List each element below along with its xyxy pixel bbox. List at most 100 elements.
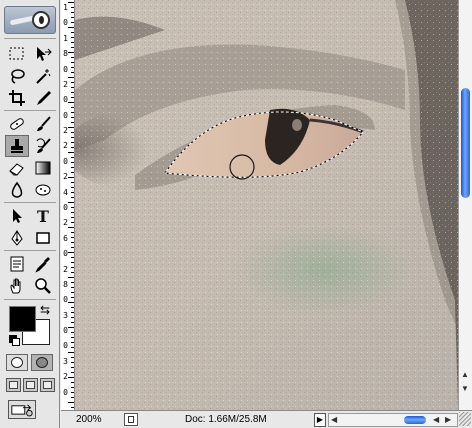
history-brush-tool[interactable] bbox=[31, 135, 55, 157]
rectangle-tool[interactable] bbox=[31, 227, 55, 249]
ruler-label: 0 bbox=[63, 295, 68, 305]
magic-wand-tool[interactable] bbox=[31, 65, 55, 87]
ruler-tick bbox=[71, 307, 74, 308]
ruler-tick bbox=[71, 67, 74, 68]
vertical-scroll-thumb[interactable] bbox=[461, 88, 470, 198]
ruler-label: 2 bbox=[63, 126, 68, 136]
magic-wand-icon bbox=[36, 69, 51, 84]
gradient-tool[interactable] bbox=[31, 157, 55, 179]
ruler-tick bbox=[71, 22, 74, 23]
palette-divider bbox=[4, 202, 56, 203]
ruler-tick bbox=[71, 182, 74, 183]
ruler-tick bbox=[71, 112, 74, 113]
scroll-right-arrow-icon[interactable]: ▶ bbox=[445, 415, 451, 424]
pen-nib-icon bbox=[11, 230, 23, 246]
ruler-tick bbox=[71, 12, 74, 13]
brush-tool[interactable] bbox=[31, 113, 55, 135]
ruler-tick bbox=[71, 192, 74, 193]
full-screen-menu-mode-button[interactable] bbox=[23, 378, 38, 392]
ruler-tick bbox=[71, 32, 74, 33]
ruler-tick bbox=[71, 87, 74, 88]
ruler-tick bbox=[68, 2, 74, 3]
eraser-tool[interactable] bbox=[5, 157, 29, 179]
dodge-tool[interactable] bbox=[31, 179, 55, 201]
ruler-label: 2 bbox=[63, 141, 68, 151]
ruler-label: 0 bbox=[63, 387, 68, 397]
magnifier-icon bbox=[35, 278, 51, 294]
ruler-tick bbox=[68, 252, 74, 253]
ruler-tick bbox=[68, 77, 74, 78]
ruler-label: 8 bbox=[63, 279, 68, 289]
ruler-label: 3 bbox=[63, 310, 68, 320]
scroll-down-arrow-icon[interactable]: ▼ bbox=[461, 384, 469, 393]
ruler-tick bbox=[71, 197, 74, 198]
ruler-tick bbox=[68, 202, 74, 203]
blur-tool[interactable] bbox=[5, 179, 29, 201]
document-window: 10180200220240260280300320 ▲ ▼ 200% Doc:… bbox=[61, 0, 472, 428]
pen-tool[interactable] bbox=[5, 227, 29, 249]
swap-colors-icon[interactable]: ⇆ bbox=[40, 303, 50, 317]
eyedropper-tool[interactable] bbox=[31, 253, 55, 275]
photoshop-logo-icon[interactable] bbox=[4, 6, 56, 34]
default-colors-icon[interactable] bbox=[9, 335, 20, 346]
ruler-label: 0 bbox=[63, 326, 68, 336]
sponge-icon bbox=[35, 184, 51, 196]
ruler-tick bbox=[71, 147, 74, 148]
ruler-tick bbox=[71, 82, 74, 83]
scroll-left-arrow-icon[interactable]: ◀ bbox=[433, 415, 439, 424]
ruler-tick bbox=[68, 27, 74, 28]
standard-screen-mode-button[interactable] bbox=[6, 378, 21, 392]
ruler-tick bbox=[71, 57, 74, 58]
ruler-tick bbox=[71, 242, 74, 243]
slice-tool[interactable] bbox=[31, 87, 55, 109]
ruler-label: 0 bbox=[63, 95, 68, 105]
marquee-icon bbox=[9, 47, 24, 60]
document-icon[interactable] bbox=[124, 413, 138, 426]
quick-mask-mode-button[interactable] bbox=[31, 354, 53, 371]
resize-grip[interactable] bbox=[459, 412, 471, 426]
eyedropper-icon bbox=[35, 257, 50, 273]
crop-tool[interactable] bbox=[5, 87, 29, 109]
ruler-label: 6 bbox=[63, 233, 68, 243]
healing-brush-tool[interactable] bbox=[5, 113, 29, 135]
ruler-tick bbox=[71, 407, 74, 408]
foreground-color-swatch[interactable] bbox=[9, 306, 36, 332]
ruler-tick bbox=[71, 392, 74, 393]
info-menu-arrow-icon[interactable]: ▶ bbox=[314, 413, 326, 427]
horizontal-scroll-thumb[interactable] bbox=[404, 416, 426, 424]
ruler-tick bbox=[71, 347, 74, 348]
ruler-label: 2 bbox=[63, 79, 68, 89]
horizontal-scrollbar[interactable]: ◀ ◀ ▶ bbox=[328, 413, 458, 427]
ruler-label: 0 bbox=[63, 64, 68, 74]
ruler-tick bbox=[68, 52, 74, 53]
ruler-tick bbox=[71, 107, 74, 108]
ruler-tick bbox=[71, 137, 74, 138]
image-canvas[interactable] bbox=[75, 0, 458, 410]
photo-eye-closeup bbox=[75, 0, 458, 410]
ruler-label: 0 bbox=[63, 341, 68, 351]
clone-stamp-tool[interactable] bbox=[5, 135, 29, 157]
ruler-label: 0 bbox=[63, 203, 68, 212]
standard-mode-button[interactable] bbox=[6, 354, 28, 371]
lasso-tool[interactable] bbox=[5, 65, 29, 87]
ruler-tick bbox=[71, 142, 74, 143]
hand-tool[interactable] bbox=[5, 275, 29, 297]
zoom-level[interactable]: 200% bbox=[76, 414, 102, 425]
vertical-scrollbar[interactable]: ▲ ▼ bbox=[458, 0, 472, 410]
scroll-up-arrow-icon[interactable]: ▲ bbox=[461, 370, 469, 379]
ruler-tick bbox=[68, 302, 74, 303]
zoom-tool[interactable] bbox=[31, 275, 55, 297]
type-tool[interactable]: T bbox=[31, 205, 55, 227]
ruler-tick bbox=[68, 277, 74, 278]
ruler-tick bbox=[71, 317, 74, 318]
rectangular-marquee-tool[interactable] bbox=[5, 43, 29, 65]
full-screen-mode-button[interactable] bbox=[40, 378, 55, 392]
notes-tool[interactable] bbox=[5, 253, 29, 275]
move-tool[interactable] bbox=[31, 43, 55, 65]
scroll-left-arrow-icon[interactable]: ◀ bbox=[331, 415, 337, 424]
ruler-tick bbox=[71, 322, 74, 323]
ruler-tick bbox=[71, 157, 74, 158]
path-selection-tool[interactable] bbox=[5, 205, 29, 227]
jump-to-imageready-button[interactable] bbox=[8, 400, 36, 419]
ruler-label: 0 bbox=[63, 110, 68, 120]
